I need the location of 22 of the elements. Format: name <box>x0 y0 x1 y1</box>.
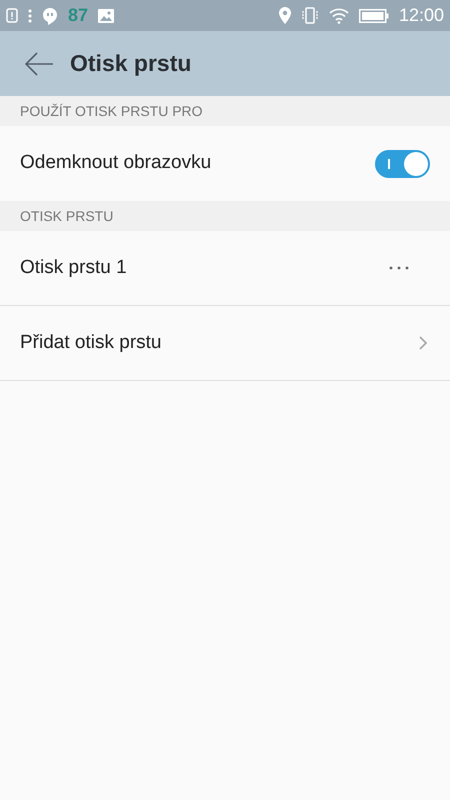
vibrate-icon <box>300 7 319 24</box>
image-icon <box>98 8 114 22</box>
row-label: Odemknout obrazovku <box>20 151 212 176</box>
more-icon[interactable] <box>389 266 409 270</box>
alert-icon <box>6 8 18 23</box>
chat-bubble-icon <box>42 6 58 24</box>
location-icon <box>278 7 291 24</box>
page-title: Otisk prstu <box>70 49 192 78</box>
section-header: POUŽÍT OTISK PRSTU PRO <box>20 102 203 120</box>
settings-row[interactable]: Odemknout obrazovku <box>0 126 450 201</box>
settings-row[interactable]: Otisk prstu 1 <box>0 231 450 306</box>
row-label: Otisk prstu 1 <box>20 256 128 280</box>
toggle-switch[interactable] <box>375 150 430 178</box>
clock-time: 12:00 <box>398 4 444 27</box>
more-icon <box>28 8 32 22</box>
settings-row[interactable]: Přidat otisk prstu <box>0 306 450 381</box>
row-label: Přidat otisk prstu <box>20 330 162 355</box>
section-header: OTISK PRSTU <box>20 206 114 226</box>
notification-count: 87 <box>68 4 88 27</box>
battery-icon <box>358 8 389 22</box>
chevron-right-icon <box>419 336 427 350</box>
wifi-icon <box>328 8 349 24</box>
